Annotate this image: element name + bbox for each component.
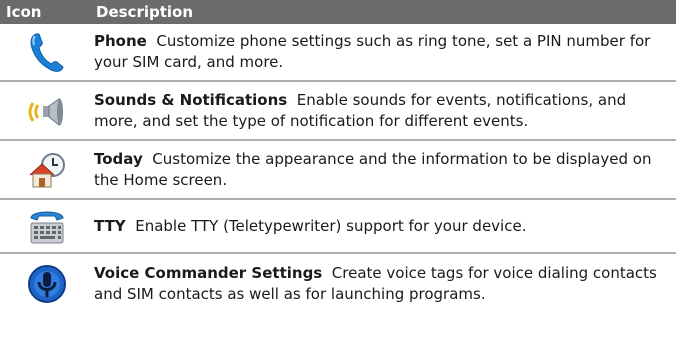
microphone-icon	[0, 264, 94, 304]
table-header: Icon Description	[0, 0, 676, 24]
row-description: TTY Enable TTY (Teletypewriter) support …	[94, 216, 676, 237]
table-row: Phone Customize phone settings such as r…	[0, 24, 676, 82]
home-clock-icon	[0, 150, 94, 190]
row-title: Sounds & Notifications	[94, 90, 288, 109]
tty-keyboard-icon	[0, 206, 94, 246]
row-description: Voice Commander Settings Create voice ta…	[94, 263, 676, 305]
settings-table: Icon Description Phone Customize phone s…	[0, 0, 676, 313]
header-icon-label: Icon	[6, 3, 42, 21]
table-row: Today Customize the appearance and the i…	[0, 141, 676, 200]
row-text: Customize the appearance and the informa…	[94, 149, 652, 189]
speaker-icon	[0, 91, 94, 131]
row-title: Phone	[94, 32, 147, 50]
row-description: Sounds & Notifications Enable sounds for…	[94, 90, 676, 132]
table-row: TTY Enable TTY (Teletypewriter) support …	[0, 200, 676, 254]
row-title: Voice Commander Settings	[94, 263, 323, 282]
row-text: Customize phone settings such as ring to…	[94, 32, 651, 71]
row-title: Today	[94, 149, 143, 168]
table-row: Voice Commander Settings Create voice ta…	[0, 254, 676, 313]
header-description-label: Description	[96, 3, 194, 21]
row-text: Enable TTY (Teletypewriter) support for …	[135, 216, 527, 235]
row-description: Today Customize the appearance and the i…	[94, 149, 676, 191]
table-row: Sounds & Notifications Enable sounds for…	[0, 82, 676, 141]
row-description: Phone Customize phone settings such as r…	[94, 31, 676, 73]
row-title: TTY	[94, 216, 126, 235]
phone-icon	[0, 30, 94, 74]
